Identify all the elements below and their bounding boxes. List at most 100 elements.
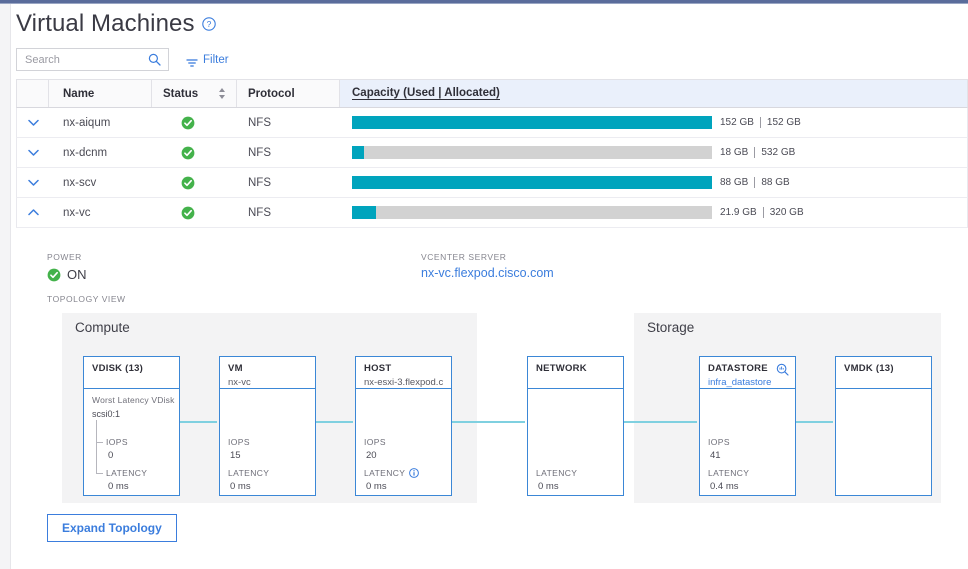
metric-latency-value: 0 ms — [108, 481, 129, 492]
chevron-up-icon[interactable] — [27, 207, 39, 218]
power-value-row: ON — [47, 267, 87, 282]
column-header-status[interactable]: Status — [152, 80, 237, 107]
magnifier-icon[interactable] — [776, 363, 789, 376]
capacity-allocated: 320 GB — [769, 207, 804, 218]
chevron-down-icon[interactable] — [27, 117, 39, 128]
table-row[interactable]: nx-dcnm NFS 18 GB 532 GB — [16, 138, 968, 168]
metric-iops-value: 41 — [710, 450, 721, 461]
card-subtitle-host: nx-esxi-3.flexpod.ci... — [364, 377, 443, 388]
capacity-separator — [754, 177, 756, 188]
page-surface: Virtual Machines ? Search Filter Name St… — [0, 4, 968, 569]
capacity-separator — [754, 147, 756, 158]
detail-fields: POWER ON VCENTER SERVER nx-vc.flexpod.ci… — [16, 232, 968, 304]
help-circle-icon[interactable]: ? — [201, 17, 216, 31]
column-header-capacity[interactable]: Capacity (Used | Allocated) — [340, 80, 967, 107]
metric-latency-vm: LATENCY 0 ms — [228, 468, 269, 492]
topology-card-network[interactable]: NETWORK LATENCY 0 ms — [527, 356, 624, 496]
capacity-bar-wrap: 18 GB 532 GB — [352, 146, 959, 159]
check-circle-icon — [181, 206, 195, 220]
connector-network-datastore — [624, 421, 697, 423]
metric-iops-label: IOPS — [708, 437, 730, 447]
table-row[interactable]: nx-vc NFS 21.9 GB 320 GB — [16, 198, 968, 228]
row-capacity-cell: 21.9 GB 320 GB — [340, 198, 967, 227]
expand-topology-button[interactable]: Expand Topology — [47, 514, 177, 542]
vcenter-field: VCENTER SERVER nx-vc.flexpod.cisco.com — [421, 252, 554, 280]
vcenter-link[interactable]: nx-vc.flexpod.cisco.com — [421, 266, 554, 280]
row-protocol: NFS — [248, 146, 271, 159]
table-row[interactable]: nx-scv NFS 88 GB 88 GB — [16, 168, 968, 198]
search-icon[interactable] — [148, 53, 161, 66]
capacity-text: 18 GB 532 GB — [720, 147, 795, 158]
capacity-bar-fill — [352, 146, 365, 159]
capacity-bar-fill — [352, 116, 712, 129]
filter-button[interactable]: Filter — [186, 54, 229, 67]
metric-iops-vm: IOPS 15 — [228, 437, 250, 461]
svg-text:?: ? — [206, 19, 211, 29]
row-status-cell — [152, 198, 237, 227]
search-input[interactable] — [17, 49, 150, 70]
metric-latency-vdisk: LATENCY 0 ms — [106, 468, 147, 492]
capacity-used: 21.9 GB — [720, 207, 757, 218]
capacity-allocated: 532 GB — [761, 147, 796, 158]
topology-view-label: TOPOLOGY VIEW — [47, 294, 126, 304]
page-content: Virtual Machines ? Search Filter Name St… — [11, 4, 968, 569]
card-type-vmdk: VMDK (13) — [844, 363, 894, 374]
search-box[interactable] — [16, 48, 169, 71]
vdisk-worst-label: Worst Latency VDisk — [92, 395, 175, 405]
row-expander-cell[interactable] — [17, 198, 49, 227]
column-header-expander — [17, 80, 49, 107]
vdisk-tree-branch-latency — [96, 473, 103, 474]
capacity-allocated: 88 GB — [761, 177, 790, 188]
info-circle-icon[interactable] — [409, 468, 420, 478]
capacity-bar-track — [352, 206, 712, 219]
capacity-bar-track — [352, 176, 712, 189]
card-header-datastore: DATASTORE infra_datastore — [700, 357, 795, 389]
check-circle-icon — [181, 146, 195, 160]
metric-latency-label: LATENCY — [708, 468, 750, 478]
capacity-text: 152 GB 152 GB — [720, 117, 801, 128]
metric-latency-value: 0 ms — [366, 481, 387, 492]
metric-latency-label: LATENCY — [106, 468, 148, 478]
capacity-text: 88 GB 88 GB — [720, 177, 790, 188]
card-body-vdisk: Worst Latency VDisk scsi0:1 IOPS 0 LATEN… — [84, 389, 179, 494]
card-header-vm: VM nx-vc — [220, 357, 315, 389]
card-type-vdisk: VDISK (13) — [92, 363, 144, 374]
card-body-host: IOPS 20 LATENCY 0 ms — [356, 389, 451, 494]
card-subtitle-datastore[interactable]: infra_datastore — [708, 377, 787, 388]
metric-latency-value: 0 ms — [538, 481, 559, 492]
row-protocol: NFS — [248, 176, 271, 189]
topology-card-vm[interactable]: VM nx-vc IOPS 15 LATENCY 0 ms — [219, 356, 316, 496]
metric-latency-value: 0 ms — [230, 481, 251, 492]
row-protocol: NFS — [248, 206, 271, 219]
column-header-name[interactable]: Name — [49, 80, 152, 107]
check-circle-icon — [181, 116, 195, 130]
sort-updown-icon[interactable] — [218, 87, 226, 100]
chevron-down-icon[interactable] — [27, 177, 39, 188]
topology-card-datastore[interactable]: DATASTORE infra_datastore IOPS 41 LATENC… — [699, 356, 796, 496]
topology-card-host[interactable]: HOST nx-esxi-3.flexpod.ci... IOPS 20 LAT… — [355, 356, 452, 496]
chevron-down-icon[interactable] — [27, 147, 39, 158]
capacity-allocated: 152 GB — [766, 117, 801, 128]
metric-iops-value: 0 — [108, 450, 114, 461]
capacity-bar-track — [352, 146, 712, 159]
metric-latency-text: LATENCY — [364, 468, 406, 478]
card-header-vdisk: VDISK (13) — [84, 357, 179, 389]
row-name: nx-scv — [63, 176, 97, 189]
card-body-vm: IOPS 15 LATENCY 0 ms — [220, 389, 315, 494]
left-rail — [0, 4, 11, 569]
card-body-network: LATENCY 0 ms — [528, 389, 623, 494]
table-row[interactable]: nx-aiqum NFS 152 GB 152 GB — [16, 108, 968, 138]
column-header-capacity-label: Capacity (Used | Allocated) — [352, 87, 500, 100]
row-expander-cell[interactable] — [17, 138, 49, 167]
topology-card-vmdk[interactable]: VMDK (13) — [835, 356, 932, 496]
row-expander-cell[interactable] — [17, 108, 49, 137]
column-header-protocol[interactable]: Protocol — [237, 80, 340, 107]
topology-card-vdisk[interactable]: VDISK (13) Worst Latency VDisk scsi0:1 I… — [83, 356, 180, 496]
capacity-bar-wrap: 88 GB 88 GB — [352, 176, 959, 189]
table-header-row: Name Status Protocol Capacity (Used | Al… — [16, 79, 968, 108]
metric-latency-label: LATENCY — [364, 468, 420, 478]
check-circle-icon — [47, 268, 61, 282]
capacity-separator — [762, 207, 764, 218]
topology-diagram: Compute Storage VDISK (13) Worst Latency — [57, 313, 957, 503]
row-expander-cell[interactable] — [17, 168, 49, 197]
